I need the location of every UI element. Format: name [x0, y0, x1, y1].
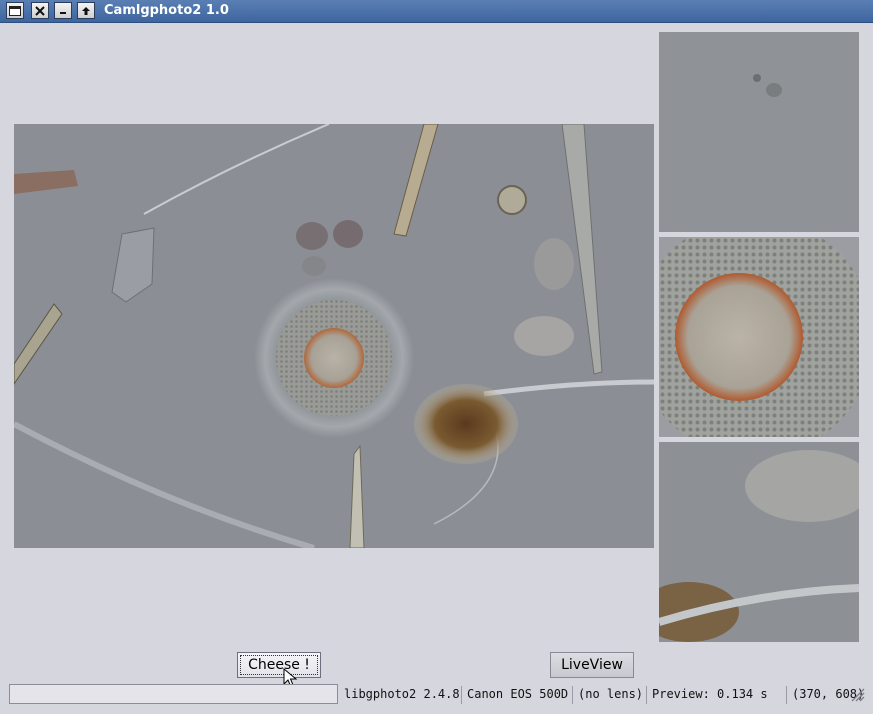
main-preview-image	[14, 124, 654, 548]
lens-info: (no lens)	[578, 687, 644, 701]
library-version: libgphoto2 2.4.8	[344, 687, 460, 701]
title-bar: Camlgphoto2 1.0	[0, 0, 873, 23]
window-menu-icon[interactable]	[6, 2, 24, 19]
zoom-thumbnail-top	[659, 32, 859, 232]
cheese-button[interactable]: Cheese !	[237, 652, 321, 678]
app-window: Camlgphoto2 1.0 Cheese ! LiveView libgph…	[0, 0, 873, 714]
status-divider	[461, 686, 462, 704]
camera-model: Canon EOS 500D	[467, 687, 569, 701]
maximize-icon[interactable]	[77, 2, 95, 19]
status-divider	[646, 686, 647, 704]
status-divider	[786, 686, 787, 704]
preview-time: Preview: 0.134 s	[652, 687, 768, 701]
progress-bar	[9, 684, 338, 704]
resize-grip-icon[interactable]	[851, 688, 865, 702]
window-title: Camlgphoto2 1.0	[104, 3, 229, 18]
status-divider	[572, 686, 573, 704]
status-bar: libgphoto2 2.4.8 Canon EOS 500D (no lens…	[0, 682, 873, 708]
liveview-button[interactable]: LiveView	[550, 652, 634, 678]
zoom-thumbnail-bottom	[659, 442, 859, 642]
minimize-icon[interactable]	[54, 2, 72, 19]
close-icon[interactable]	[31, 2, 49, 19]
zoom-thumbnail-middle	[659, 237, 859, 437]
